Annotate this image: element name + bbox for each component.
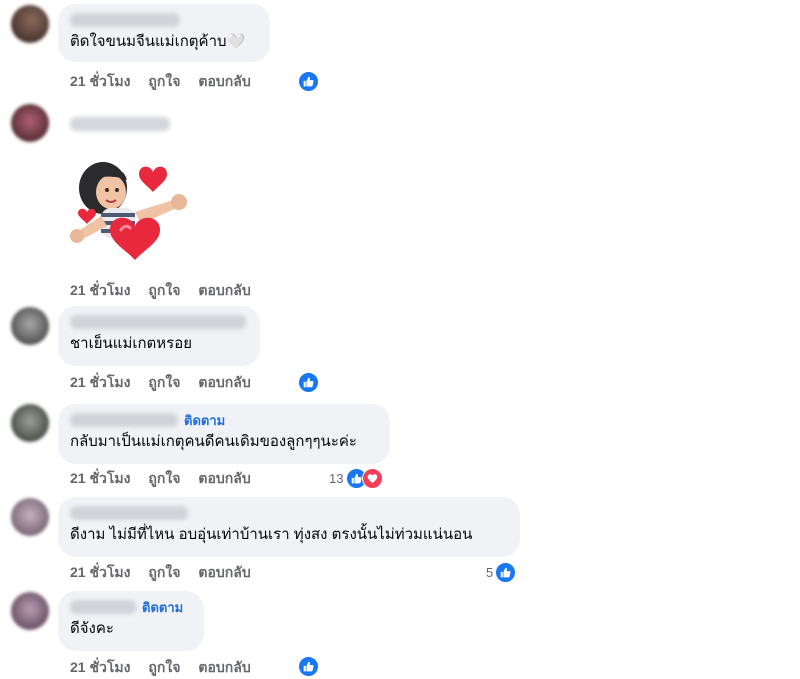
timestamp-link[interactable]: 21 ชั่วโมง xyxy=(70,468,130,490)
comment-bubble: ติดตาม ดีจังคะ xyxy=(58,591,204,651)
follow-button[interactable]: ติดตาม xyxy=(142,597,183,618)
like-reaction-icon xyxy=(495,562,517,583)
commenter-name[interactable] xyxy=(70,506,188,520)
reply-link[interactable]: ตอบกลับ xyxy=(198,280,250,302)
reaction-summary[interactable] xyxy=(298,71,319,92)
comment-text: กลับมาเป็นแม่เกตุคนดีคนเดิมของลูกๆๆนะค่ะ xyxy=(70,433,357,450)
like-link[interactable]: ถูกใจ xyxy=(148,280,180,302)
like-link[interactable]: ถูกใจ xyxy=(148,372,180,394)
comment-bubble: ดีงาม ไม่มีที่ไหน อบอุ่นเท่าบ้านเรา ทุ่ง… xyxy=(58,497,520,557)
follow-button[interactable]: ติดตาม xyxy=(184,410,225,431)
like-reaction-icon xyxy=(298,656,319,677)
like-link[interactable]: ถูกใจ xyxy=(148,562,180,584)
reply-link[interactable]: ตอบกลับ xyxy=(198,468,250,490)
reply-link[interactable]: ตอบกลับ xyxy=(198,372,250,394)
commenter-name[interactable] xyxy=(70,315,246,329)
reaction-count: 5 xyxy=(486,565,494,580)
comment-text: ชาเย็นแม่เกตหรอย xyxy=(70,335,193,352)
timestamp-link[interactable]: 21 ชั่วโมง xyxy=(70,71,130,93)
reply-link[interactable]: ตอบกลับ xyxy=(198,71,250,93)
commenter-name[interactable] xyxy=(70,600,136,614)
like-link[interactable]: ถูกใจ xyxy=(148,657,180,679)
comment-actions: 21 ชั่วโมง ถูกใจ ตอบกลับ xyxy=(70,469,269,489)
comment-bubble: ชาเย็นแม่เกตหรอย xyxy=(58,306,260,366)
like-reaction-icon xyxy=(298,71,319,92)
comment-text: ดีงาม ไม่มีที่ไหน อบอุ่นเท่าบ้านเรา ทุ่ง… xyxy=(70,526,473,543)
comment-text: ติดใจขนมจีนแม่เกตุค้าบ🤍 xyxy=(70,33,246,50)
reaction-summary[interactable] xyxy=(298,372,319,393)
love-reaction-icon xyxy=(362,468,384,489)
avatar[interactable] xyxy=(11,5,49,43)
like-reaction-icon xyxy=(298,372,319,393)
reaction-summary[interactable]: 13 xyxy=(329,468,384,489)
comment-actions: 21 ชั่วโมง ถูกใจ ตอบกลับ xyxy=(70,281,269,301)
reaction-count: 13 xyxy=(329,471,344,486)
timestamp-link[interactable]: 21 ชั่วโมง xyxy=(70,372,130,394)
comment-actions: 21 ชั่วโมง ถูกใจ ตอบกลับ xyxy=(70,563,269,583)
like-link[interactable]: ถูกใจ xyxy=(148,71,180,93)
comment-actions: 21 ชั่วโมง ถูกใจ ตอบกลับ xyxy=(70,72,269,92)
avatar[interactable] xyxy=(11,498,49,536)
timestamp-link[interactable]: 21 ชั่วโมง xyxy=(70,562,130,584)
reply-link[interactable]: ตอบกลับ xyxy=(198,657,250,679)
reaction-summary[interactable]: 5 xyxy=(486,562,517,583)
avatar[interactable] xyxy=(11,592,49,630)
commenter-name[interactable] xyxy=(70,413,178,427)
timestamp-link[interactable]: 21 ชั่วโมง xyxy=(70,280,130,302)
avatar[interactable] xyxy=(11,104,49,142)
comment-text: ดีจังคะ xyxy=(70,620,114,637)
timestamp-link[interactable]: 21 ชั่วโมง xyxy=(70,657,130,679)
commenter-name[interactable] xyxy=(70,117,170,131)
like-link[interactable]: ถูกใจ xyxy=(148,468,180,490)
avatar[interactable] xyxy=(11,404,49,442)
commenter-name[interactable] xyxy=(70,13,180,27)
comment-actions: 21 ชั่วโมง ถูกใจ ตอบกลับ xyxy=(70,658,269,678)
reply-link[interactable]: ตอบกลับ xyxy=(198,562,250,584)
avatar[interactable] xyxy=(11,307,49,345)
comment-actions: 21 ชั่วโมง ถูกใจ ตอบกลับ xyxy=(70,373,269,393)
reaction-summary[interactable] xyxy=(298,656,319,677)
heart-girl-sticker xyxy=(70,162,187,260)
comment-bubble: ติดใจขนมจีนแม่เกตุค้าบ🤍 xyxy=(58,4,270,62)
comment-bubble: ติดตาม กลับมาเป็นแม่เกตุคนดีคนเดิมของลูก… xyxy=(58,404,390,464)
